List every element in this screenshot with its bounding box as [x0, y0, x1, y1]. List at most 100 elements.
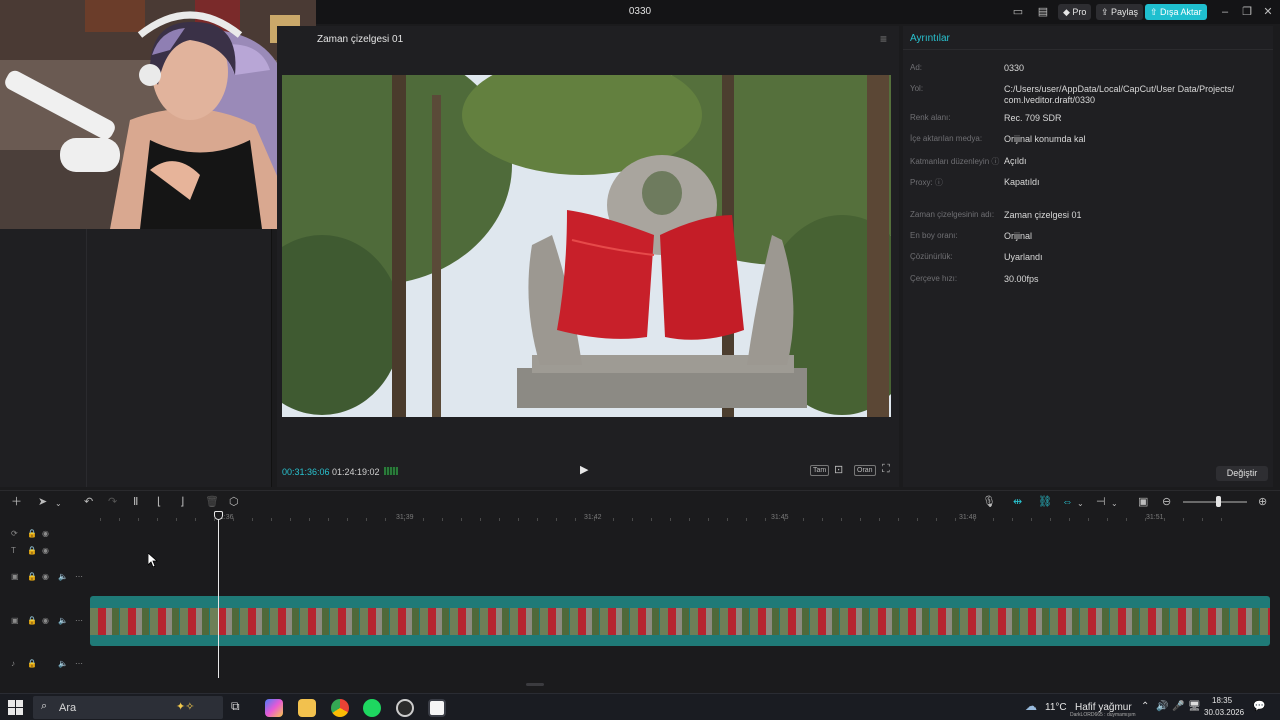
fullres-button[interactable]: Tam — [810, 465, 830, 476]
add-icon[interactable]: ＋ — [11, 496, 22, 508]
chevron-down-icon[interactable]: ⌄ — [1111, 498, 1118, 510]
marker-icon[interactable]: ⬡ — [229, 496, 239, 508]
volume-icon[interactable]: 🔊 — [1156, 701, 1168, 712]
chevron-down-icon[interactable]: ⌄ — [1077, 498, 1084, 510]
player-title: Zaman çizelgesi 01 — [317, 34, 404, 45]
detail-value: Zaman çizelgesi 01 — [1004, 210, 1082, 220]
playhead-handle[interactable] — [214, 511, 223, 520]
lock-icon[interactable]: 🔒 — [27, 528, 37, 540]
playhead[interactable] — [218, 512, 219, 678]
ruler-tick — [195, 518, 196, 521]
stream-user-text: DarkLORD665 : duymamışım — [1070, 712, 1136, 718]
video-frame — [282, 75, 891, 417]
chrome-icon[interactable] — [331, 699, 349, 717]
ruler-tick — [632, 518, 633, 521]
time-ruler[interactable]: 31:36 31:39 31:42 31:45 31:48 31:51 — [90, 512, 1280, 526]
layout-icon[interactable]: ▭ — [1011, 5, 1025, 19]
task-view-icon[interactable]: ⧉ — [231, 699, 249, 717]
export-button[interactable]: ⇧ Dışa Aktar — [1145, 4, 1207, 20]
ruler-tick — [119, 518, 120, 521]
clock-date[interactable]: 30.03.2026 — [1204, 708, 1244, 717]
network-icon[interactable]: 🖥 — [1188, 701, 1201, 712]
play-icon[interactable]: ▶ — [580, 463, 588, 476]
zoom-slider[interactable] — [1183, 501, 1247, 503]
zoom-in-icon[interactable]: ⊕ — [1258, 496, 1267, 508]
video-track-icon: ▣ — [11, 572, 19, 581]
change-button[interactable]: Değiştir — [1216, 466, 1268, 481]
preview-axis-icon[interactable]: ⇔ — [1062, 496, 1073, 508]
file-explorer-icon[interactable] — [298, 699, 316, 717]
ruler-tick — [784, 518, 785, 521]
trim-left-icon[interactable]: ⌊ — [157, 496, 161, 508]
obs-icon[interactable] — [396, 699, 414, 717]
more-icon[interactable]: ⋯ — [75, 571, 83, 583]
select-tool-icon[interactable]: ➤ — [38, 496, 47, 508]
windows-start-icon[interactable] — [8, 700, 23, 715]
ruler-tick — [556, 518, 557, 521]
video-preview[interactable] — [282, 75, 891, 417]
magnet-icon[interactable]: ⇹ — [1013, 496, 1022, 508]
ruler-tick — [898, 518, 899, 521]
clock-time[interactable]: 18:35 — [1212, 696, 1232, 705]
close-icon[interactable]: ✕ — [1262, 5, 1274, 19]
mouse-cursor — [147, 552, 159, 570]
more-icon[interactable]: ⋯ — [75, 615, 83, 627]
eye-icon[interactable]: ◉ — [42, 545, 49, 557]
ruler-tick — [1088, 518, 1089, 521]
microphone-icon[interactable]: 🎤 — [1172, 701, 1184, 712]
detail-label: En boy oranı: — [910, 231, 958, 240]
eye-icon[interactable]: ◉ — [42, 528, 49, 540]
caption-icon[interactable]: ▣ — [1138, 496, 1148, 508]
snapshot-icon[interactable]: ⊡ — [834, 463, 843, 476]
ratio-button[interactable]: Oran — [854, 465, 876, 476]
speaker-icon[interactable]: 🔈 — [58, 615, 68, 627]
search-label: Ara — [59, 702, 77, 714]
eye-icon[interactable]: ◉ — [42, 571, 49, 583]
zoom-slider-handle[interactable] — [1216, 496, 1221, 507]
eye-icon[interactable]: ◉ — [42, 615, 49, 627]
copilot-app-icon[interactable] — [265, 699, 283, 717]
detail-value: Orijinal konumda kal — [1004, 134, 1086, 144]
zoom-out-icon[interactable]: ⊖ — [1162, 496, 1171, 508]
notification-icon[interactable]: 💬 — [1253, 701, 1265, 712]
restore-icon[interactable]: ❐ — [1241, 5, 1253, 19]
share-button[interactable]: ⇪ Paylaş — [1096, 4, 1144, 20]
menu-icon[interactable]: ≡ — [880, 32, 887, 46]
shortcuts-icon[interactable]: ▤ — [1036, 5, 1050, 19]
microphone-icon[interactable]: 🎙 — [982, 496, 996, 508]
fullscreen-icon[interactable]: ⛶ — [882, 463, 890, 476]
video-clip[interactable] — [90, 596, 1270, 646]
align-icon[interactable]: ⊣ — [1096, 496, 1106, 508]
chevron-down-icon[interactable]: ⌄ — [55, 498, 62, 510]
ruler-tick — [1050, 518, 1051, 521]
speaker-icon[interactable]: 🔈 — [58, 658, 68, 670]
ruler-tick — [936, 518, 937, 521]
speaker-icon[interactable]: 🔈 — [58, 571, 68, 583]
ruler-tick — [1183, 518, 1184, 521]
taskbar-search[interactable]: ⌕ Ara ✦✧ — [33, 696, 223, 719]
trim-right-icon[interactable]: ⌋ — [180, 496, 184, 508]
horizontal-scrollbar[interactable] — [526, 683, 544, 686]
split-icon[interactable]: Ⅱ — [133, 496, 138, 508]
ruler-tick — [803, 518, 804, 521]
pro-badge[interactable]: ◆ Pro — [1058, 4, 1092, 20]
ruler-tick — [822, 518, 823, 521]
delete-icon[interactable]: 🗑 — [205, 496, 219, 508]
minimize-icon[interactable]: – — [1219, 5, 1231, 19]
lock-icon[interactable]: 🔒 — [27, 658, 37, 670]
lock-icon[interactable]: 🔒 — [27, 615, 37, 627]
spotify-icon[interactable] — [363, 699, 381, 717]
chevron-up-icon[interactable]: ⌃ — [1141, 701, 1149, 712]
lock-icon[interactable]: 🔒 — [27, 571, 37, 583]
track-header-audio: ♪ 🔒 🔈 ⋯ — [0, 658, 90, 672]
more-icon[interactable]: ⋯ — [75, 658, 83, 670]
ruler-tick — [233, 518, 234, 521]
lock-icon[interactable]: 🔒 — [27, 545, 37, 557]
ruler-tick — [765, 518, 766, 521]
pro-label: Pro — [1072, 7, 1087, 17]
capcut-icon[interactable] — [428, 699, 446, 717]
copilot-sparkle-icon: ✦✧ — [176, 701, 195, 713]
link-icon[interactable]: ⛓ — [1038, 496, 1052, 508]
redo-icon[interactable]: ↷ — [108, 496, 117, 508]
undo-icon[interactable]: ↶ — [84, 496, 93, 508]
